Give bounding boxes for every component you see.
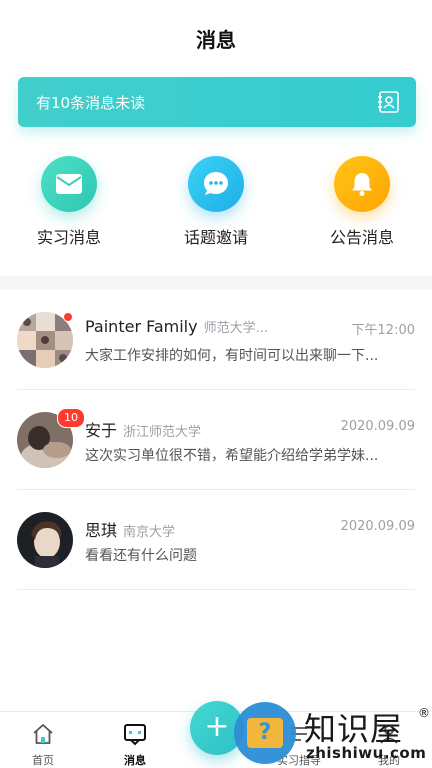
message-time: 下午12:00 xyxy=(351,323,415,338)
topic-invite-button[interactable] xyxy=(188,156,244,212)
contact-school: 南京大学 xyxy=(123,525,176,540)
avatar xyxy=(17,512,73,568)
notice-message-button[interactable] xyxy=(334,156,390,212)
section-divider xyxy=(0,276,432,290)
contact-name: 安于 xyxy=(85,421,118,440)
chat-bubble-icon xyxy=(204,172,228,195)
unread-count-badge: 10 xyxy=(57,408,85,428)
watermark-logo-icon: ? xyxy=(234,702,296,764)
quick-actions: 实习消息 话题邀请 公告消息 xyxy=(0,156,432,256)
watermark-en: zhishiwu.com xyxy=(306,744,427,762)
message-row[interactable]: 思琪 南京大学 2020.09.09 看看还有什么问题 xyxy=(17,490,415,590)
bell-icon xyxy=(352,173,372,196)
unread-dot xyxy=(63,312,73,322)
tab-label: 消息 xyxy=(124,754,146,767)
quick-action-notice[interactable]: 公告消息 xyxy=(302,156,422,248)
unread-banner-text: 有10条消息未读 xyxy=(36,93,146,112)
contact-name: Painter Family xyxy=(85,317,198,336)
watermark-reg: ® xyxy=(418,706,430,720)
page-header: 消息 xyxy=(0,0,432,76)
internship-message-button[interactable] xyxy=(41,156,97,212)
contact-name-row: 思琪 南京大学 xyxy=(85,517,175,541)
message-list: Painter Family 师范大学... 下午12:00 大家工作安排的如何，… xyxy=(0,290,432,590)
contact-name: 思琪 xyxy=(85,521,118,540)
message-preview: 这次实习单位很不错，希望能介绍给学弟学妹... xyxy=(85,448,379,464)
watermark: ? 知识屋 ® zhishiwu.com xyxy=(234,700,432,768)
plus-icon: + xyxy=(204,709,230,744)
quick-action-label: 公告消息 xyxy=(329,228,394,247)
unread-banner[interactable]: 有10条消息未读 xyxy=(18,77,416,127)
message-icon xyxy=(124,724,146,746)
quick-action-internship[interactable]: 实习消息 xyxy=(9,156,129,248)
quick-action-topic[interactable]: 话题邀请 xyxy=(156,156,276,248)
question-mark-icon: ? xyxy=(247,718,283,748)
message-time: 2020.09.09 xyxy=(340,519,415,534)
tab-home[interactable]: 首页 xyxy=(0,712,86,768)
home-icon xyxy=(33,724,53,744)
mail-icon xyxy=(56,174,82,194)
tab-label: 首页 xyxy=(32,754,54,767)
message-time: 2020.09.09 xyxy=(340,419,415,434)
quick-action-label: 实习消息 xyxy=(36,228,101,247)
message-row[interactable]: Painter Family 师范大学... 下午12:00 大家工作安排的如何，… xyxy=(17,290,415,390)
message-preview: 看看还有什么问题 xyxy=(85,548,197,564)
message-row[interactable]: 10 安于 浙江师范大学 2020.09.09 这次实习单位很不错，希望能介绍给学… xyxy=(17,390,415,490)
contact-school: 浙江师范大学 xyxy=(123,425,202,440)
contact-name-row: 安于 浙江师范大学 xyxy=(85,417,201,441)
page-title: 消息 xyxy=(196,27,236,52)
contact-school: 师范大学... xyxy=(203,321,268,336)
message-preview: 大家工作安排的如何，有时间可以出来聊一下... xyxy=(85,348,379,364)
quick-action-label: 话题邀请 xyxy=(183,228,248,247)
tab-messages[interactable]: 消息 xyxy=(92,712,178,768)
contact-name-row: Painter Family 师范大学... xyxy=(85,317,268,336)
contact-card-icon xyxy=(378,91,399,113)
